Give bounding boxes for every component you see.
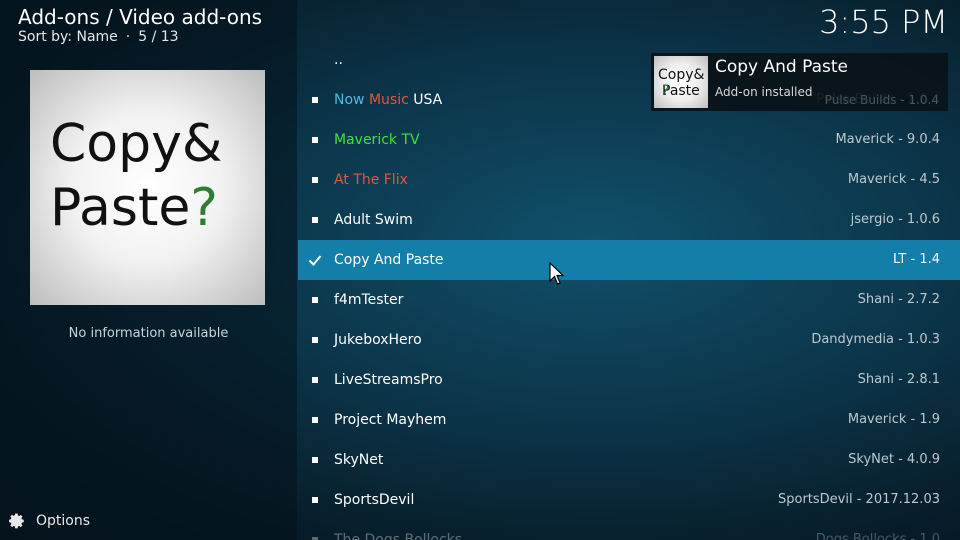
clock: 3:55 PM: [819, 3, 948, 41]
install-notification: Copy& Paste? Copy And Paste Add-on insta…: [651, 53, 948, 111]
addon-author-version: Dandymedia - 1.0.3: [811, 332, 940, 347]
addon-thumbnail: Copy& Paste?: [30, 70, 265, 305]
thumbnail-text-line1: Copy&: [50, 114, 223, 174]
addon-author-version: jsergio - 1.0.6: [850, 212, 940, 227]
addon-author-version: Shani - 2.7.2: [857, 292, 940, 307]
notification-message: Add-on installed: [715, 85, 813, 99]
check-icon: [308, 255, 322, 266]
list-item[interactable]: SkyNet SkyNet - 4.0.9: [298, 440, 960, 480]
bullet-icon: [312, 377, 318, 383]
bullet-icon: [312, 497, 318, 503]
list-item[interactable]: The Dogs Bollocks Dogs Bollocks - 1.0: [298, 520, 960, 540]
list-item[interactable]: JukeboxHero Dandymedia - 1.0.3: [298, 320, 960, 360]
bullet-icon: [312, 417, 318, 423]
addon-name-part: Music: [368, 92, 409, 108]
bullet-icon: [312, 297, 318, 303]
list-item[interactable]: Adult Swim jsergio - 1.0.6: [298, 200, 960, 240]
addon-name: Copy And Paste: [334, 240, 444, 280]
list-item[interactable]: At The Flix Maverick - 4.5: [298, 160, 960, 200]
bullet-icon: [312, 97, 318, 103]
notification-thumb-line1: Copy&: [658, 67, 705, 83]
addon-name-part: Project Mayhem: [334, 412, 447, 428]
addon-name: JukeboxHero: [334, 320, 422, 360]
sort-status: Sort by: Name · 5 / 13: [18, 29, 179, 45]
addon-author-version: SportsDevil - 2017.12.03: [778, 492, 940, 507]
addon-name-part: Copy And Paste: [334, 252, 444, 268]
addon-name: LiveStreamsPro: [334, 360, 443, 400]
addon-name: Now Music USA: [334, 80, 442, 120]
addon-name-part: Adult Swim: [334, 212, 413, 228]
thumbnail-text-paste: Paste: [50, 178, 191, 238]
list-item[interactable]: SportsDevil SportsDevil - 2017.12.03: [298, 480, 960, 520]
notification-title: Copy And Paste: [715, 57, 849, 77]
addon-name: SkyNet: [334, 440, 383, 480]
addon-author-version: Dogs Bollocks - 1.0: [815, 532, 940, 540]
bullet-icon: [312, 137, 318, 143]
addon-author-version: Maverick - 9.0.4: [835, 132, 940, 147]
bullet-icon: [312, 337, 318, 343]
list-item[interactable]: Maverick TV Maverick - 9.0.4: [298, 120, 960, 160]
parent-folder-label: ..: [334, 52, 343, 68]
gear-icon: [9, 513, 24, 529]
bullet-icon: [312, 217, 318, 223]
bullet-icon: [312, 457, 318, 463]
addon-author-version: Maverick - 1.9: [847, 412, 940, 427]
addon-name-part: SportsDevil: [334, 492, 415, 508]
notification-thumb-question: ?: [662, 83, 670, 99]
notification-thumbnail: Copy& Paste?: [654, 56, 708, 108]
thumbnail-question-mark: ?: [190, 178, 218, 238]
list-item[interactable]: Project Mayhem Maverick - 1.9: [298, 400, 960, 440]
addon-name-part: USA: [408, 92, 443, 108]
addon-name-part: LiveStreamsPro: [334, 372, 443, 388]
addon-name: Project Mayhem: [334, 400, 446, 440]
addon-name-part: f4mTester: [334, 292, 404, 308]
addon-name-part: JukeboxHero: [334, 332, 422, 348]
addon-author-version: Shani - 2.8.1: [857, 372, 940, 387]
options-button[interactable]: Options: [8, 512, 90, 530]
sort-label[interactable]: Sort by: Name: [18, 29, 118, 45]
separator-dot: ·: [125, 29, 131, 45]
addon-name: The Dogs Bollocks: [334, 520, 462, 540]
addon-description: No information available: [68, 326, 229, 341]
addon-name-part: The Dogs Bollocks: [334, 532, 463, 540]
addon-name: At The Flix: [334, 160, 408, 200]
list-item[interactable]: f4mTester Shani - 2.7.2: [298, 280, 960, 320]
breadcrumb: Add-ons / Video add-ons: [18, 5, 263, 29]
addon-name: SportsDevil: [334, 480, 414, 520]
options-label: Options: [36, 513, 91, 529]
addon-name: Maverick TV: [334, 120, 420, 160]
addon-name-part: SkyNet: [334, 452, 384, 468]
addon-author-version: Maverick - 4.5: [847, 172, 940, 187]
list-item[interactable]: LiveStreamsPro Shani - 2.8.1: [298, 360, 960, 400]
addon-name-part: Now: [334, 92, 369, 108]
list-item-selected[interactable]: Copy And Paste LT - 1.4: [298, 240, 960, 280]
bullet-icon: [312, 177, 318, 183]
addon-list: .. Now Music USA Pulse Builds - 1.0.4 Mave…: [298, 40, 960, 540]
addon-name-part: Maverick TV: [334, 132, 420, 148]
addon-name-part: At The Flix: [334, 172, 408, 188]
notification-underlying-meta: Pulse Builds - 1.0.4: [824, 93, 939, 107]
item-position: 5 / 13: [138, 29, 179, 45]
addon-author-version: SkyNet - 4.0.9: [848, 452, 940, 467]
addon-name: f4mTester: [334, 280, 403, 320]
mouse-pointer-icon: [549, 262, 565, 285]
thumbnail-text-line2: Paste?: [50, 182, 218, 234]
addon-name: Adult Swim: [334, 200, 413, 240]
addon-author-version: LT - 1.4: [892, 252, 940, 267]
